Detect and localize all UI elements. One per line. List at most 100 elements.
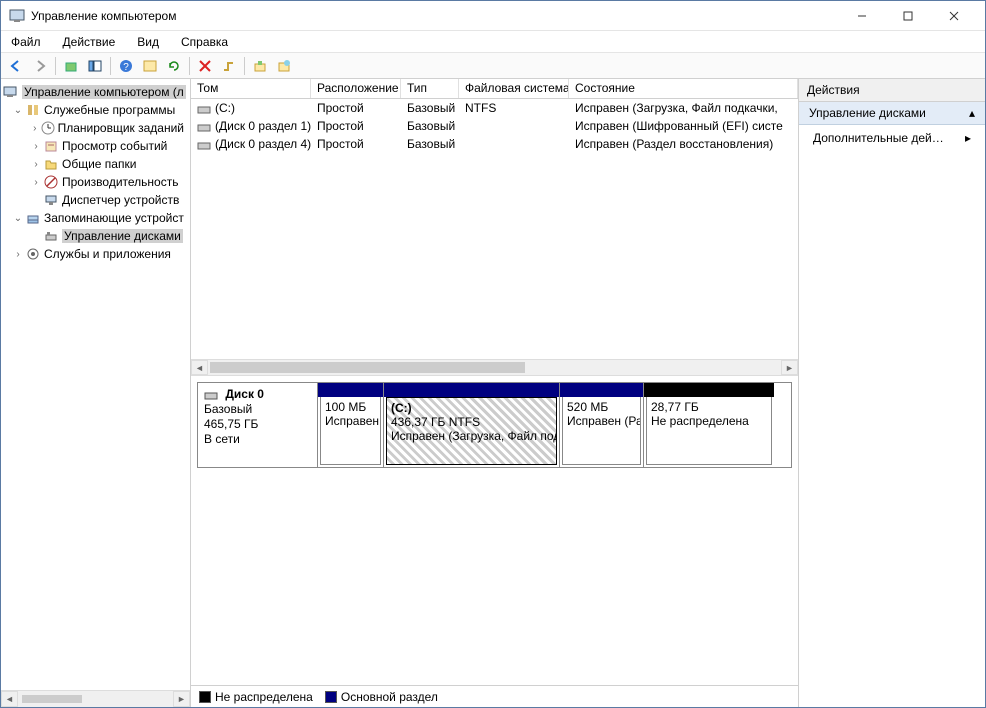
disk-name: Диск 0 — [225, 387, 264, 401]
menu-view[interactable]: Вид — [133, 33, 163, 51]
disk-0[interactable]: Диск 0 Базовый 465,75 ГБ В сети 100 МБИс… — [197, 382, 792, 468]
computer-icon — [3, 84, 19, 100]
main-scrollbar[interactable]: ◄ ► — [191, 359, 798, 376]
partition-stripe — [384, 383, 559, 397]
maximize-button[interactable] — [885, 1, 931, 31]
expand-icon[interactable]: ⌄ — [11, 105, 25, 116]
storage-icon — [25, 210, 41, 226]
drive-icon — [197, 121, 211, 133]
back-button[interactable] — [5, 55, 27, 77]
tree-root[interactable]: Управление компьютером (л — [3, 83, 188, 101]
partition-stripe — [318, 383, 383, 397]
nav-tree: Управление компьютером (л ⌄ Служебные пр… — [1, 79, 191, 707]
content-area: Управление компьютером (л ⌄ Служебные пр… — [1, 79, 985, 707]
titlebar: Управление компьютером — [1, 1, 985, 31]
actions-pane: Действия Управление дисками ▴ Дополнител… — [799, 79, 985, 707]
properties-button[interactable] — [139, 55, 161, 77]
folder-icon — [43, 156, 59, 172]
app-window: Управление компьютером Файл Действие Вид… — [0, 0, 986, 708]
tree-diskmgmt[interactable]: Управление дисками — [3, 227, 188, 245]
disk-status: В сети — [204, 432, 240, 446]
menubar: Файл Действие Вид Справка — [1, 31, 985, 53]
main-panel: Том Расположение Тип Файловая система Со… — [191, 79, 799, 707]
menu-help[interactable]: Справка — [177, 33, 232, 51]
expand-icon[interactable]: › — [29, 123, 41, 134]
action1-button[interactable] — [249, 55, 271, 77]
perf-icon — [43, 174, 59, 190]
disk-graphical-area: Диск 0 Базовый 465,75 ГБ В сети 100 МБИс… — [191, 376, 798, 685]
legend-primary: Основной раздел — [341, 690, 438, 704]
col-volume[interactable]: Том — [191, 79, 311, 98]
scroll-left-icon[interactable]: ◄ — [1, 691, 18, 707]
minimize-button[interactable] — [839, 1, 885, 31]
actions-diskmgmt[interactable]: Управление дисками ▴ — [799, 102, 985, 125]
app-icon — [9, 8, 25, 24]
services-icon — [25, 246, 41, 262]
menu-action[interactable]: Действие — [59, 33, 120, 51]
scroll-right-icon[interactable]: ► — [781, 360, 798, 375]
expand-icon[interactable]: › — [29, 141, 43, 152]
partition-body: 100 МБИсправен — [320, 397, 381, 465]
actions-header: Действия — [799, 79, 985, 102]
partition-stripe — [644, 383, 774, 397]
collapse-icon: ▴ — [969, 106, 975, 120]
delete-button[interactable] — [194, 55, 216, 77]
drive-icon — [197, 103, 211, 115]
drive-icon — [197, 139, 211, 151]
expand-icon[interactable]: › — [11, 249, 25, 260]
tree-systools[interactable]: ⌄ Служебные программы — [3, 101, 188, 119]
help-button[interactable]: ? — [115, 55, 137, 77]
close-button[interactable] — [931, 1, 977, 31]
menu-file[interactable]: Файл — [7, 33, 45, 51]
volume-row[interactable]: (Диск 0 раздел 1)ПростойБазовыйИсправен … — [191, 117, 798, 135]
col-fs[interactable]: Файловая система — [459, 79, 569, 98]
tree-scrollbar[interactable]: ◄ ► — [1, 690, 190, 707]
action2-button[interactable] — [273, 55, 295, 77]
partition-body: 28,77 ГБНе распределена — [646, 397, 772, 465]
volume-list: (C:)ПростойБазовыйNTFSИсправен (Загрузка… — [191, 99, 798, 359]
legend-primary-swatch — [325, 691, 337, 703]
refresh-button[interactable] — [163, 55, 185, 77]
scroll-left-icon[interactable]: ◄ — [191, 360, 208, 375]
partition[interactable]: 520 МБИсправен (Ра — [560, 383, 644, 467]
col-layout[interactable]: Расположение — [311, 79, 401, 98]
expand-icon[interactable]: › — [29, 159, 43, 170]
volume-row[interactable]: (C:)ПростойБазовыйNTFSИсправен (Загрузка… — [191, 99, 798, 117]
disk-size: 465,75 ГБ — [204, 417, 258, 431]
tools-icon — [25, 102, 41, 118]
device-icon — [43, 192, 59, 208]
expand-icon[interactable]: ⌄ — [11, 213, 25, 224]
volume-header: Том Расположение Тип Файловая система Со… — [191, 79, 798, 99]
tree-tasksched[interactable]: › Планировщик заданий — [3, 119, 188, 137]
tree-perf[interactable]: › Производительность — [3, 173, 188, 191]
settings-button[interactable] — [218, 55, 240, 77]
event-icon — [43, 138, 59, 154]
legend-unalloc: Не распределена — [215, 690, 313, 704]
col-status[interactable]: Состояние — [569, 79, 798, 98]
partition-body: (C:)436,37 ГБ NTFSИсправен (Загрузка, Фа… — [386, 397, 557, 465]
forward-button[interactable] — [29, 55, 51, 77]
tree-services[interactable]: › Службы и приложения — [3, 245, 188, 263]
window-title: Управление компьютером — [31, 9, 839, 23]
toolbar: ? — [1, 53, 985, 79]
partition[interactable]: 28,77 ГБНе распределена — [644, 383, 774, 467]
tree-devmgr[interactable]: Диспетчер устройств — [3, 191, 188, 209]
show-hide-tree-button[interactable] — [84, 55, 106, 77]
partition[interactable]: (C:)436,37 ГБ NTFSИсправен (Загрузка, Фа… — [384, 383, 560, 467]
legend: Не распределена Основной раздел — [191, 685, 798, 707]
tree-shared[interactable]: › Общие папки — [3, 155, 188, 173]
disk-info: Диск 0 Базовый 465,75 ГБ В сети — [198, 383, 318, 467]
tree-storage[interactable]: ⌄ Запоминающие устройст — [3, 209, 188, 227]
col-type[interactable]: Тип — [401, 79, 459, 98]
tree-eventviewer[interactable]: › Просмотр событий — [3, 137, 188, 155]
clock-icon — [41, 120, 55, 136]
up-button[interactable] — [60, 55, 82, 77]
partition[interactable]: 100 МБИсправен — [318, 383, 384, 467]
volume-row[interactable]: (Диск 0 раздел 4)ПростойБазовыйИсправен … — [191, 135, 798, 153]
actions-more[interactable]: Дополнительные дей… ▸ — [799, 125, 985, 151]
disk-type: Базовый — [204, 402, 252, 416]
scroll-right-icon[interactable]: ► — [173, 691, 190, 707]
partition-stripe — [560, 383, 643, 397]
expand-icon[interactable]: › — [29, 177, 43, 188]
disk-icon — [43, 228, 59, 244]
